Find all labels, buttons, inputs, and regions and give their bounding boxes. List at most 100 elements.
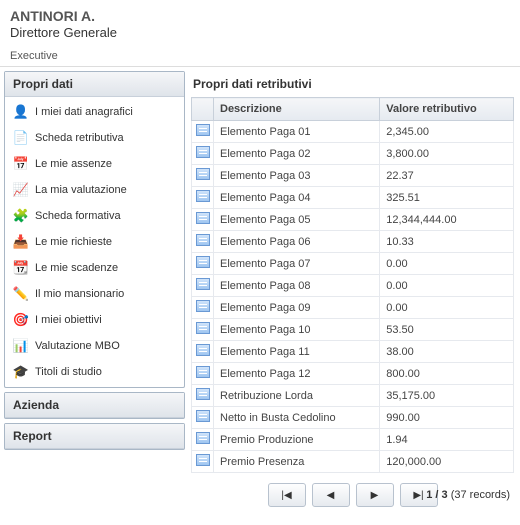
sidebar-item-label: I miei dati anagrafici (35, 106, 133, 118)
cell-valore: 1.94 (380, 429, 514, 451)
cell-valore: 10.33 (380, 231, 514, 253)
cell-descrizione: Elemento Paga 04 (214, 187, 380, 209)
row-detail-button[interactable] (192, 407, 214, 429)
next-icon: ▶ (371, 490, 379, 501)
table-row: Elemento Paga 0322.37 (192, 165, 514, 187)
sidebar-item-assenze-icon: 📅 (13, 156, 29, 172)
sidebar-item-titoli[interactable]: 🎓Titoli di studio (5, 359, 184, 385)
cell-descrizione: Elemento Paga 05 (214, 209, 380, 231)
cell-valore: 38.00 (380, 341, 514, 363)
sidebar-item-obiettivi[interactable]: 🎯I miei obiettivi (5, 307, 184, 333)
sidebar-item-label: Le mie assenze (35, 158, 112, 170)
grid-row-icon (196, 322, 210, 334)
grid-row-icon (196, 344, 210, 356)
sidebar-item-valutazione-icon: 📈 (13, 182, 29, 198)
sidebar-item-anagrafici[interactable]: 👤 I miei dati anagrafici (5, 99, 184, 125)
sidebar-item-mbo[interactable]: 📊Valutazione MBO (5, 333, 184, 359)
cell-valore: 3,800.00 (380, 143, 514, 165)
cell-descrizione: Retribuzione Lorda (214, 385, 380, 407)
tab-executive[interactable]: Executive (10, 50, 58, 62)
pager: |◀ ◀ ▶ ▶| 1 / 3 (37 records) (191, 483, 514, 507)
cell-valore: 990.00 (380, 407, 514, 429)
col-valore[interactable]: Valore retributivo (380, 98, 514, 121)
sidebar-item-formativa-icon: 🧩 (13, 208, 29, 224)
sidebar-item-mansionario[interactable]: ✏️Il mio mansionario (5, 281, 184, 307)
table-row: Netto in Busta Cedolino990.00 (192, 407, 514, 429)
grid-row-icon (196, 366, 210, 378)
row-detail-button[interactable] (192, 275, 214, 297)
first-icon: |◀ (281, 490, 291, 501)
cell-valore: 325.51 (380, 187, 514, 209)
tabbar: Executive (0, 46, 520, 67)
pager-first-button[interactable]: |◀ (268, 483, 306, 507)
user-name: ANTINORI A. (10, 8, 510, 24)
grid-row-icon (196, 168, 210, 180)
row-detail-button[interactable] (192, 341, 214, 363)
grid-row-icon (196, 256, 210, 268)
sidebar-item-formativa[interactable]: 🧩 Scheda formativa (5, 203, 184, 229)
grid-row-icon (196, 454, 210, 466)
sidebar-item-anagrafici-icon: 👤 (13, 104, 29, 120)
cell-descrizione: Elemento Paga 10 (214, 319, 380, 341)
cell-descrizione: Elemento Paga 09 (214, 297, 380, 319)
cell-descrizione: Elemento Paga 02 (214, 143, 380, 165)
table-row: Elemento Paga 012,345.00 (192, 121, 514, 143)
table-row: Elemento Paga 0610.33 (192, 231, 514, 253)
sidebar-item-scheda-retributiva-icon: 📄 (13, 130, 29, 146)
pager-total: 3 (442, 489, 448, 501)
panel-header-azienda[interactable]: Azienda (5, 393, 184, 418)
row-detail-button[interactable] (192, 385, 214, 407)
cell-valore: 35,175.00 (380, 385, 514, 407)
grid-row-icon (196, 278, 210, 290)
cell-valore: 0.00 (380, 297, 514, 319)
pager-prev-button[interactable]: ◀ (312, 483, 350, 507)
sidebar-item-titoli-icon: 🎓 (13, 364, 29, 380)
sidebar-item-label: La mia valutazione (35, 184, 127, 196)
panel-header-propri-dati[interactable]: Propri dati (5, 72, 184, 97)
cell-descrizione: Elemento Paga 07 (214, 253, 380, 275)
table-row: Elemento Paga 0512,344,444.00 (192, 209, 514, 231)
content: Propri dati retributivi Descrizione Valo… (185, 67, 520, 517)
grid-row-icon (196, 300, 210, 312)
grid-row-icon (196, 388, 210, 400)
cell-valore: 800.00 (380, 363, 514, 385)
grid-row-icon (196, 212, 210, 224)
cell-descrizione: Elemento Paga 12 (214, 363, 380, 385)
table-row: Elemento Paga 1053.50 (192, 319, 514, 341)
row-detail-button[interactable] (192, 187, 214, 209)
row-detail-button[interactable] (192, 451, 214, 473)
grid-row-icon (196, 146, 210, 158)
sidebar-item-assenze[interactable]: 📅 Le mie assenze (5, 151, 184, 177)
sidebar-item-label: Scheda formativa (35, 210, 121, 222)
sidebar-item-scadenze[interactable]: 📆Le mie scadenze (5, 255, 184, 281)
panel-header-report[interactable]: Report (5, 424, 184, 449)
table-row: Premio Presenza120,000.00 (192, 451, 514, 473)
col-descrizione[interactable]: Descrizione (214, 98, 380, 121)
row-detail-button[interactable] (192, 297, 214, 319)
pager-current: 1 (426, 489, 432, 501)
row-detail-button[interactable] (192, 231, 214, 253)
row-detail-button[interactable] (192, 253, 214, 275)
cell-valore: 2,345.00 (380, 121, 514, 143)
row-detail-button[interactable] (192, 363, 214, 385)
header: ANTINORI A. Direttore Generale (0, 0, 520, 46)
cell-descrizione: Elemento Paga 11 (214, 341, 380, 363)
pager-info: 1 / 3 (37 records) (426, 489, 510, 501)
sidebar-item-scheda-retributiva[interactable]: 📄Scheda retributiva (5, 125, 184, 151)
sidebar-item-valutazione[interactable]: 📈 La mia valutazione (5, 177, 184, 203)
sidebar-item-richieste[interactable]: 📥Le mie richieste (5, 229, 184, 255)
row-detail-button[interactable] (192, 209, 214, 231)
cell-valore: 120,000.00 (380, 451, 514, 473)
row-detail-button[interactable] (192, 319, 214, 341)
row-detail-button[interactable] (192, 121, 214, 143)
data-grid: Descrizione Valore retributivo Elemento … (191, 97, 514, 473)
row-detail-button[interactable] (192, 143, 214, 165)
row-detail-button[interactable] (192, 165, 214, 187)
cell-valore: 12,344,444.00 (380, 209, 514, 231)
grid-row-icon (196, 432, 210, 444)
cell-valore: 53.50 (380, 319, 514, 341)
row-detail-button[interactable] (192, 429, 214, 451)
pager-next-button[interactable]: ▶ (356, 483, 394, 507)
table-row: Elemento Paga 080.00 (192, 275, 514, 297)
sidebar-item-scadenze-icon: 📆 (13, 260, 29, 276)
